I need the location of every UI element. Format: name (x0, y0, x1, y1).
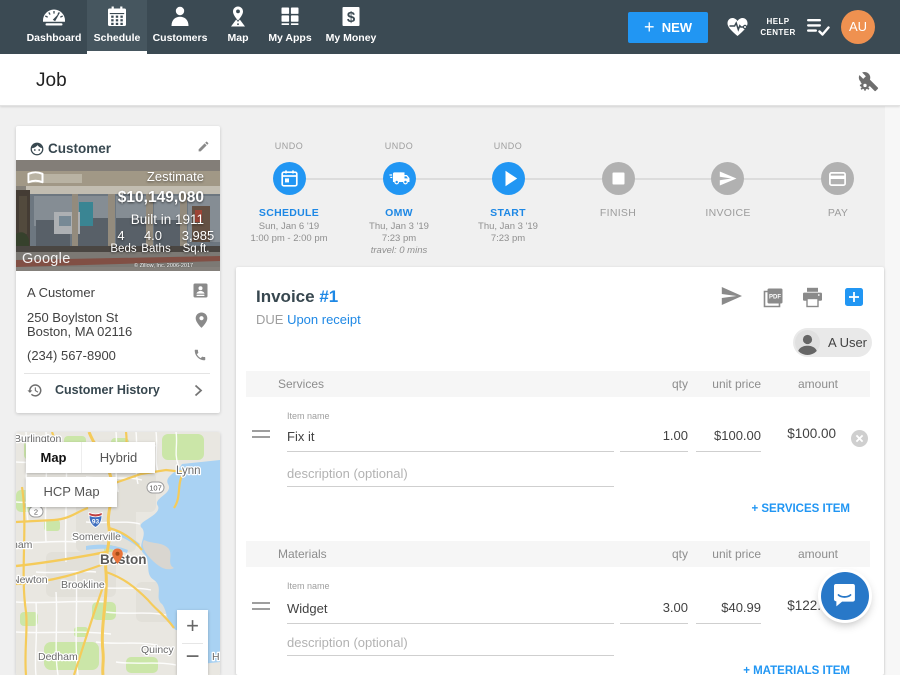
svg-text:Hi: Hi (212, 651, 220, 663)
svg-text:107: 107 (149, 484, 162, 493)
svg-text:Boston: Boston (100, 552, 147, 567)
svg-text:PDF: PDF (769, 295, 781, 301)
svg-text:$: $ (347, 9, 356, 26)
svg-text:2: 2 (34, 508, 38, 517)
svg-text:Somerville: Somerville (72, 531, 121, 543)
svg-text:93: 93 (92, 519, 100, 526)
svg-text:Brookline: Brookline (61, 579, 105, 591)
svg-text:Newton: Newton (16, 574, 48, 586)
svg-text:Dedham: Dedham (38, 651, 78, 663)
svg-text:Lynn: Lynn (176, 465, 201, 477)
svg-text:ham: ham (16, 539, 33, 551)
svg-text:Quincy: Quincy (141, 644, 174, 656)
